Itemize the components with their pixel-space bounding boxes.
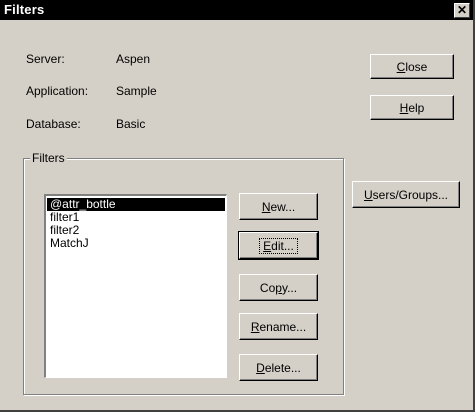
rename-button-label: ename...: [259, 319, 307, 334]
close-icon[interactable]: ✕: [454, 3, 470, 18]
title-bar: Filters ✕: [0, 0, 473, 20]
rename-button[interactable]: Rename...: [239, 313, 318, 340]
users-groups-button-mnemonic: U: [363, 187, 373, 202]
rename-button-mnemonic: R: [250, 319, 260, 334]
filters-dialog: Filters ✕ Server: Aspen Application: Sam…: [0, 0, 475, 412]
application-label: Application:: [26, 84, 89, 98]
application-value: Sample: [116, 84, 157, 98]
new-button[interactable]: New...: [239, 193, 318, 220]
filters-listbox[interactable]: @attr_bottle filter1 filter2 MatchJ: [44, 194, 227, 378]
server-label: Server:: [26, 52, 65, 66]
edit-button-mnemonic: E: [263, 238, 272, 253]
delete-button-label: elete...: [264, 360, 301, 375]
close-button-label: lose: [405, 59, 428, 74]
close-button[interactable]: Close: [370, 54, 454, 79]
database-label: Database:: [26, 117, 81, 131]
database-value: Basic: [116, 117, 146, 131]
server-value: Aspen: [116, 52, 151, 66]
copy-button-label: y...: [281, 280, 298, 295]
delete-button[interactable]: Delete...: [239, 354, 318, 381]
new-button-mnemonic: N: [261, 199, 271, 214]
new-button-label: ew...: [270, 199, 296, 214]
window-title: Filters: [4, 2, 45, 17]
delete-button-mnemonic: D: [256, 360, 265, 375]
filter-list-item[interactable]: MatchJ: [47, 237, 225, 250]
edit-button-focus: Edit...: [259, 237, 298, 254]
users-groups-button-label: sers/Groups...: [372, 187, 449, 202]
edit-button-label: dit...: [271, 238, 294, 253]
copy-button-mnemonic: p: [275, 280, 282, 295]
close-button-mnemonic: C: [396, 59, 406, 74]
copy-button[interactable]: Co p y...: [239, 274, 318, 301]
filters-list: @attr_bottle filter1 filter2 MatchJ: [46, 196, 226, 250]
copy-button-label-start: Co: [259, 280, 276, 295]
help-button-mnemonic: H: [399, 100, 409, 115]
help-button-label: elp: [408, 100, 425, 115]
users-groups-button[interactable]: Users/Groups...: [352, 181, 460, 208]
help-button[interactable]: Help: [370, 95, 454, 120]
edit-button[interactable]: Edit...: [238, 231, 319, 260]
filters-group-label: Filters: [30, 151, 67, 165]
